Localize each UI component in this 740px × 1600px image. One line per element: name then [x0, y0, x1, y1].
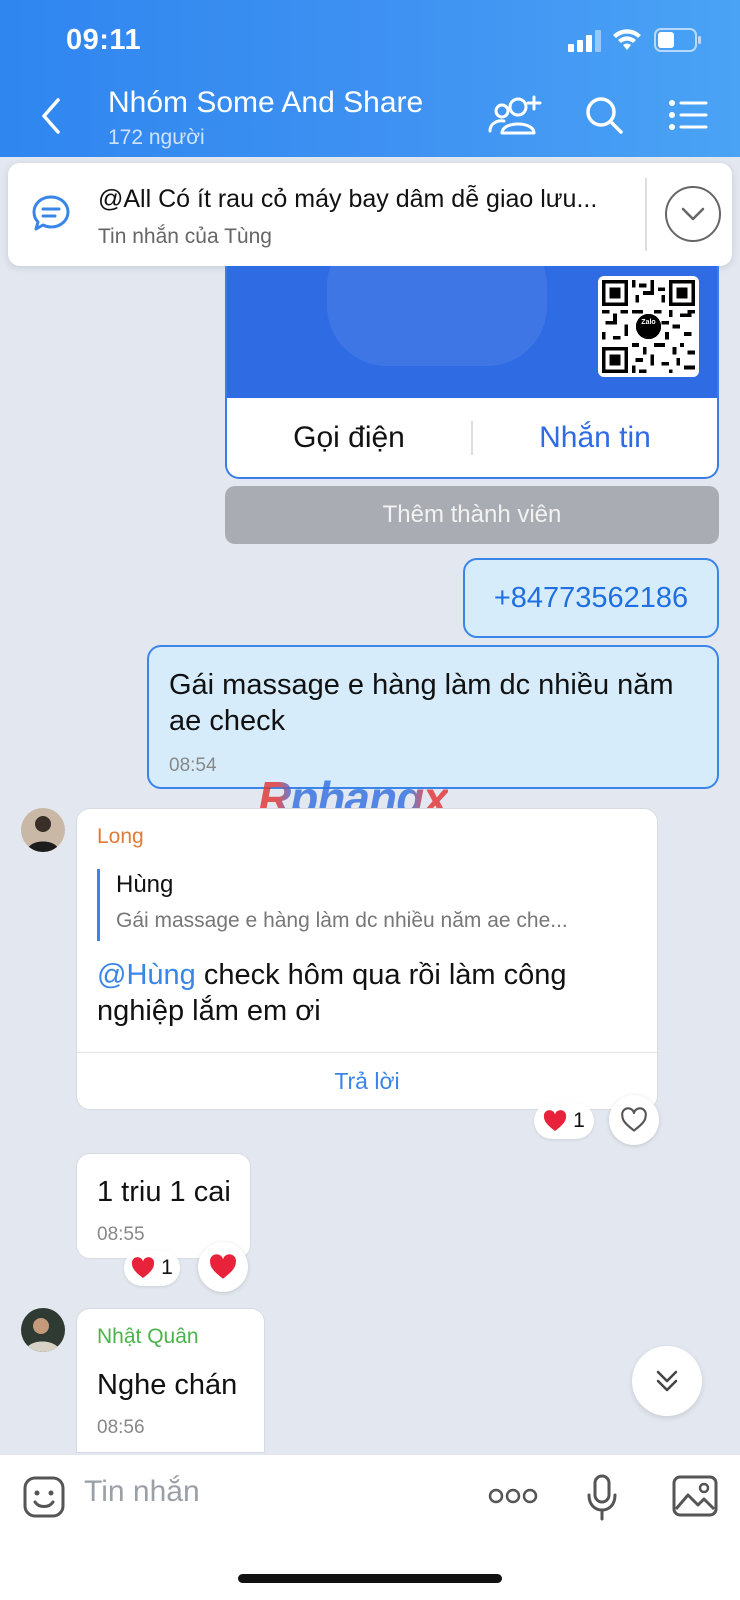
- message-time: 08:54: [169, 755, 217, 776]
- quoted-text: Gái massage e hàng làm dc nhiều năm ae c…: [116, 909, 568, 932]
- incoming-message-reply[interactable]: Long Hùng Gái massage e hàng làm dc nhiề…: [76, 808, 658, 1110]
- heart-icon: [210, 1254, 236, 1279]
- sender-name[interactable]: Long: [97, 825, 144, 849]
- image-gallery-icon[interactable]: [672, 1475, 718, 1517]
- pinned-text: @All Có ít rau cỏ máy bay dâm dễ giao lư…: [98, 185, 598, 213]
- sender-name[interactable]: Nhật Quân: [97, 1325, 199, 1349]
- chevron-down-icon: [681, 207, 705, 221]
- pinned-source: Tin nhắn của Tùng: [98, 225, 272, 248]
- message-text: 1 triu 1 cai: [97, 1176, 231, 1208]
- group-title[interactable]: Nhóm Some And Share: [108, 86, 423, 120]
- avatar[interactable]: [21, 1308, 65, 1352]
- divider: [645, 178, 647, 251]
- search-icon: [586, 97, 623, 134]
- phone-number-message[interactable]: +84773562186: [463, 558, 719, 638]
- message-text: @Hùng check hôm qua rồi làm công nghiệp …: [97, 959, 567, 1027]
- expand-pinned-button[interactable]: [665, 186, 721, 242]
- chat-header: 09:11 Nhóm Some And Share 172 người: [0, 0, 740, 157]
- message-button[interactable]: Nhắn tin: [473, 421, 717, 455]
- contact-card-actions: Gọi điện Nhắn tin: [227, 398, 717, 477]
- mention-link[interactable]: @Hùng: [97, 959, 196, 991]
- quoted-sender: Hùng: [116, 871, 174, 898]
- cellular-signal-icon: [568, 30, 601, 52]
- message-composer: Tin nhắn: [0, 1455, 740, 1600]
- battery-icon: [654, 28, 701, 52]
- message-time: 08:56: [97, 1417, 145, 1438]
- reaction-count: 1: [573, 1109, 585, 1132]
- outgoing-message[interactable]: Gái massage e hàng làm dc nhiều năm ae c…: [147, 645, 719, 789]
- add-member-to-group-button[interactable]: Thêm thành viên: [225, 486, 719, 544]
- home-indicator: [238, 1574, 502, 1583]
- incoming-message[interactable]: Nhật Quân Nghe chán 08:56: [76, 1308, 265, 1453]
- add-people-icon: [488, 95, 542, 135]
- microphone-icon[interactable]: [585, 1473, 619, 1523]
- qr-code[interactable]: Zalo: [598, 276, 699, 377]
- react-button[interactable]: [198, 1242, 248, 1292]
- message-text: Nghe chán: [97, 1369, 238, 1401]
- react-button[interactable]: [609, 1095, 659, 1145]
- avatar[interactable]: [21, 808, 65, 852]
- qr-code-image: [602, 280, 695, 373]
- qr-zalo-logo: Zalo: [641, 319, 656, 326]
- message-time: 08:55: [97, 1224, 145, 1245]
- member-count: 172 người: [108, 126, 205, 149]
- more-options-icon[interactable]: [488, 1485, 538, 1507]
- call-button[interactable]: Gọi điện: [227, 421, 471, 455]
- wifi-icon: [613, 29, 641, 50]
- message-input[interactable]: Tin nhắn: [84, 1475, 200, 1509]
- heart-outline-icon: [621, 1107, 647, 1132]
- list-menu-icon: [669, 100, 708, 130]
- avatar-long-image: [21, 808, 65, 852]
- scroll-to-bottom-button[interactable]: [632, 1346, 702, 1416]
- menu-button[interactable]: [660, 90, 716, 140]
- sticker-icon[interactable]: [22, 1475, 66, 1519]
- contact-card-banner: Zalo: [227, 266, 717, 398]
- back-icon[interactable]: [34, 92, 68, 140]
- reaction-count: 1: [161, 1256, 173, 1279]
- search-button[interactable]: [576, 90, 632, 140]
- chat-bubble-icon: [32, 195, 70, 231]
- heart-icon: [544, 1110, 567, 1131]
- contact-card: Zalo Gọi điện Nhắn tin: [225, 266, 719, 479]
- status-time: 09:11: [66, 24, 142, 56]
- reaction-summary[interactable]: 1: [124, 1250, 180, 1286]
- quoted-message[interactable]: Hùng Gái massage e hàng làm dc nhiều năm…: [97, 869, 637, 941]
- reply-button[interactable]: Trả lời: [77, 1052, 657, 1110]
- add-member-button[interactable]: [488, 90, 544, 140]
- reaction-summary[interactable]: 1: [534, 1103, 594, 1139]
- avatar-quan-image: [21, 1308, 65, 1352]
- pinned-message-banner[interactable]: @All Có ít rau cỏ máy bay dâm dễ giao lư…: [8, 163, 732, 266]
- message-text: Gái massage e hàng làm dc nhiều năm ae c…: [169, 669, 674, 737]
- heart-icon: [132, 1257, 155, 1278]
- double-chevron-down-icon: [656, 1370, 678, 1392]
